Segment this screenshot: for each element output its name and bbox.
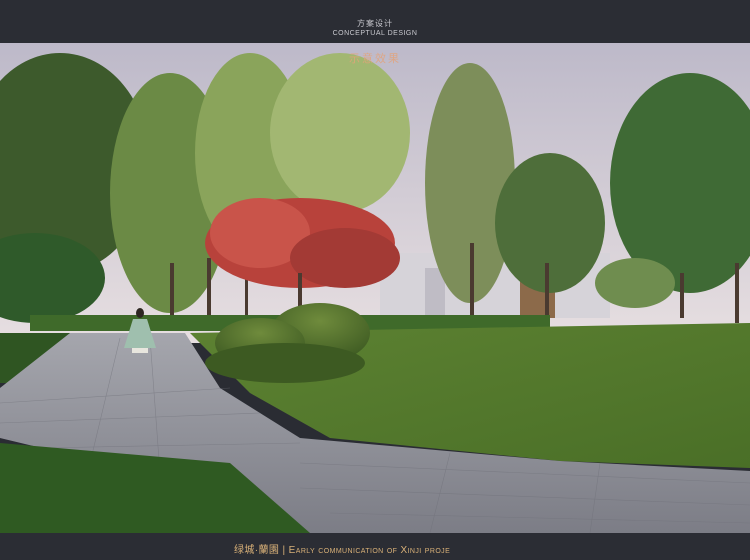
footer-text: 绿城·蘭園 | Early communication of Xinji pro… — [234, 545, 451, 556]
header-title-en: CONCEPTUAL DESIGN — [332, 30, 418, 37]
header-bar: 方案设计 CONCEPTUAL DESIGN — [0, 0, 750, 43]
footer-bar: 绿城·蘭園 | Early communication of Xinji pro… — [0, 533, 750, 560]
overlay-title: 示意效果 — [349, 53, 401, 65]
garden-rendering — [0, 43, 750, 533]
header-title-cn: 方案设计 — [357, 19, 393, 28]
page: 方案设计 CONCEPTUAL DESIGN 示意效果 绿城·蘭園 | Earl… — [0, 0, 750, 560]
